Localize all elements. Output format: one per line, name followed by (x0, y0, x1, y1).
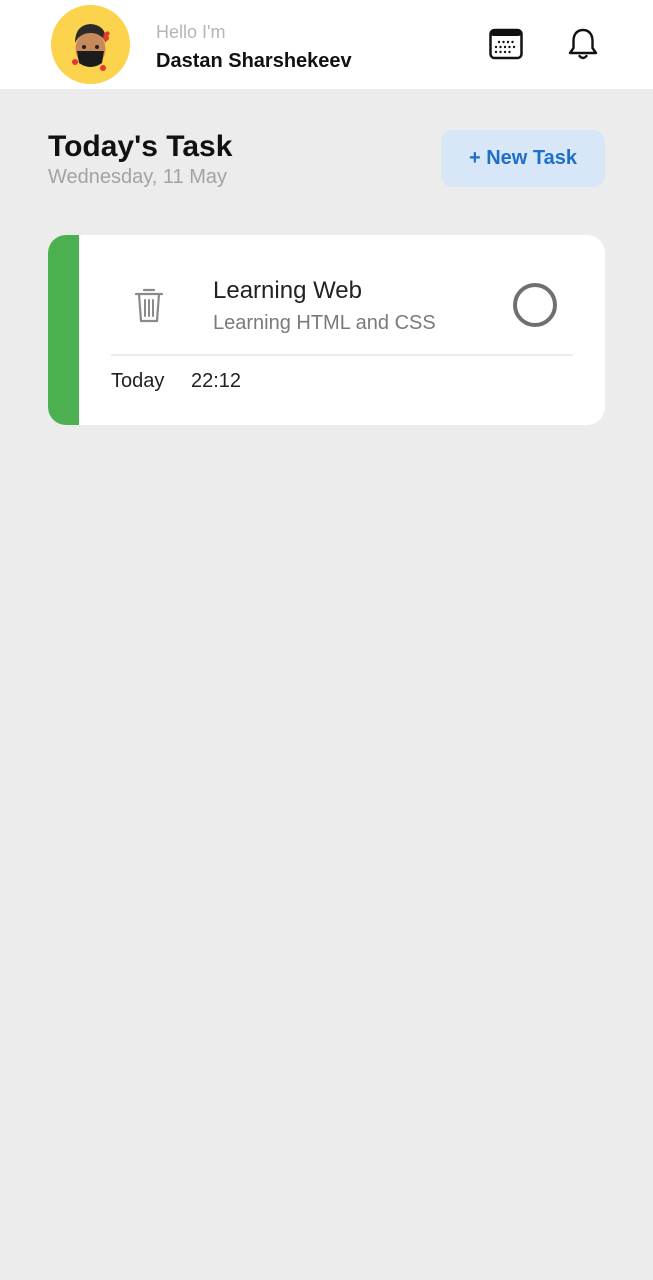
avatar[interactable] (51, 5, 130, 84)
task-divider (111, 354, 573, 356)
page-title: Today's Task (48, 130, 233, 163)
task-day: Today (111, 370, 165, 392)
app-header: Hello I'm Dastan Sharshekeev (0, 0, 653, 89)
task-card[interactable]: Learning Web Learning HTML and CSS Today… (48, 235, 605, 425)
page-date: Wednesday, 11 May (48, 166, 227, 188)
task-status-accent (48, 235, 79, 425)
task-subtitle: Learning HTML and CSS (213, 312, 436, 334)
trash-icon[interactable] (131, 285, 167, 325)
user-name: Dastan Sharshekeev (156, 50, 352, 72)
task-title: Learning Web (213, 277, 362, 304)
avatar-memoji (51, 5, 130, 84)
task-complete-toggle[interactable] (513, 283, 557, 327)
greeting-text: Hello I'm (156, 22, 226, 42)
calendar-icon[interactable] (488, 26, 524, 62)
task-time: 22:12 (191, 370, 242, 392)
new-task-button[interactable]: + New Task (441, 130, 605, 187)
bell-icon[interactable] (565, 26, 601, 62)
